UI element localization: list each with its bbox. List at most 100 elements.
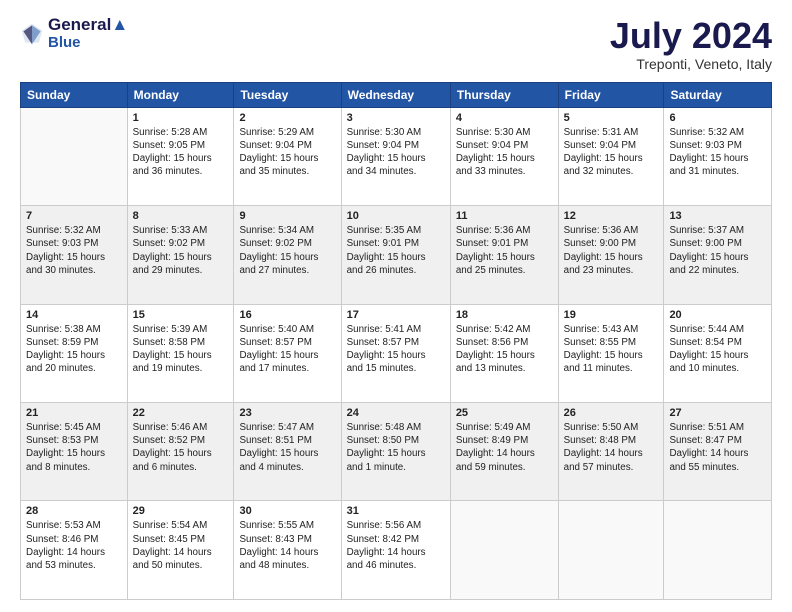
day-number: 7 (26, 210, 122, 222)
day-number: 4 (456, 112, 553, 124)
day-info: Sunrise: 5:36 AM Sunset: 9:01 PM Dayligh… (456, 224, 553, 277)
day-info: Sunrise: 5:28 AM Sunset: 9:05 PM Dayligh… (133, 126, 229, 179)
day-info: Sunrise: 5:51 AM Sunset: 8:47 PM Dayligh… (669, 421, 766, 474)
day-info: Sunrise: 5:50 AM Sunset: 8:48 PM Dayligh… (564, 421, 659, 474)
day-number: 13 (669, 210, 766, 222)
day-info: Sunrise: 5:29 AM Sunset: 9:04 PM Dayligh… (239, 126, 335, 179)
calendar-cell: 9 Sunrise: 5:34 AM Sunset: 9:02 PM Daylig… (234, 206, 341, 304)
logo-text: General▲ Blue (48, 16, 128, 51)
calendar-cell: 21 Sunrise: 5:45 AM Sunset: 8:53 PM Dayli… (21, 403, 128, 501)
calendar-cell: 1 Sunrise: 5:28 AM Sunset: 9:05 PM Daylig… (127, 107, 234, 205)
day-number: 21 (26, 407, 122, 419)
day-number: 15 (133, 309, 229, 321)
weekday-header-saturday: Saturday (664, 82, 772, 107)
calendar-cell (21, 107, 128, 205)
calendar-cell: 18Sunrise: 5:42 AM Sunset: 8:56 PM Dayli… (450, 304, 558, 402)
day-number: 16 (239, 309, 335, 321)
calendar-cell: 28Sunrise: 5:53 AM Sunset: 8:46 PM Dayli… (21, 501, 128, 600)
day-number: 17 (347, 309, 445, 321)
calendar-cell: 13 Sunrise: 5:37 AM Sunset: 9:00 PM Dayli… (664, 206, 772, 304)
day-number: 27 (669, 407, 766, 419)
day-number: 14 (26, 309, 122, 321)
calendar-cell: 19 Sunrise: 5:43 AM Sunset: 8:55 PM Dayli… (558, 304, 664, 402)
day-number: 8 (133, 210, 229, 222)
day-info: Sunrise: 5:30 AM Sunset: 9:04 PM Dayligh… (347, 126, 445, 179)
title-block: July 2024 Treponti, Veneto, Italy (610, 16, 772, 72)
calendar-cell: 3 Sunrise: 5:30 AM Sunset: 9:04 PM Daylig… (341, 107, 450, 205)
calendar-cell: 30Sunrise: 5:55 AM Sunset: 8:43 PM Dayli… (234, 501, 341, 600)
day-info: Sunrise: 5:49 AM Sunset: 8:49 PM Dayligh… (456, 421, 553, 474)
day-info: Sunrise: 5:32 AM Sunset: 9:03 PM Dayligh… (669, 126, 766, 179)
location: Treponti, Veneto, Italy (610, 56, 772, 72)
calendar-cell: 12Sunrise: 5:36 AM Sunset: 9:00 PM Dayli… (558, 206, 664, 304)
day-info: Sunrise: 5:35 AM Sunset: 9:01 PM Dayligh… (347, 224, 445, 277)
calendar-cell: 24 Sunrise: 5:48 AM Sunset: 8:50 PM Dayli… (341, 403, 450, 501)
weekday-header-row: SundayMondayTuesdayWednesdayThursdayFrid… (21, 82, 772, 107)
day-number: 30 (239, 505, 335, 517)
calendar-cell: 27 Sunrise: 5:51 AM Sunset: 8:47 PM Dayli… (664, 403, 772, 501)
calendar-cell: 14 Sunrise: 5:38 AM Sunset: 8:59 PM Dayli… (21, 304, 128, 402)
day-info: Sunrise: 5:46 AM Sunset: 8:52 PM Dayligh… (133, 421, 229, 474)
day-number: 3 (347, 112, 445, 124)
weekday-header-sunday: Sunday (21, 82, 128, 107)
weekday-header-tuesday: Tuesday (234, 82, 341, 107)
calendar-cell: 31 Sunrise: 5:56 AM Sunset: 8:42 PM Dayli… (341, 501, 450, 600)
day-number: 10 (347, 210, 445, 222)
calendar-cell: 22Sunrise: 5:46 AM Sunset: 8:52 PM Dayli… (127, 403, 234, 501)
calendar-cell: 23 Sunrise: 5:47 AM Sunset: 8:51 PM Dayli… (234, 403, 341, 501)
day-number: 28 (26, 505, 122, 517)
day-info: Sunrise: 5:32 AM Sunset: 9:03 PM Dayligh… (26, 224, 122, 277)
calendar-cell: 8 Sunrise: 5:33 AM Sunset: 9:02 PM Daylig… (127, 206, 234, 304)
day-number: 19 (564, 309, 659, 321)
day-number: 23 (239, 407, 335, 419)
day-number: 26 (564, 407, 659, 419)
calendar-cell: 4Sunrise: 5:30 AM Sunset: 9:04 PM Daylig… (450, 107, 558, 205)
logo-icon (20, 22, 44, 46)
weekday-header-monday: Monday (127, 82, 234, 107)
day-info: Sunrise: 5:38 AM Sunset: 8:59 PM Dayligh… (26, 323, 122, 376)
day-number: 24 (347, 407, 445, 419)
day-info: Sunrise: 5:37 AM Sunset: 9:00 PM Dayligh… (669, 224, 766, 277)
day-info: Sunrise: 5:43 AM Sunset: 8:55 PM Dayligh… (564, 323, 659, 376)
day-number: 5 (564, 112, 659, 124)
day-number: 25 (456, 407, 553, 419)
calendar-cell: 29Sunrise: 5:54 AM Sunset: 8:45 PM Dayli… (127, 501, 234, 600)
day-info: Sunrise: 5:56 AM Sunset: 8:42 PM Dayligh… (347, 519, 445, 572)
calendar-cell: 20 Sunrise: 5:44 AM Sunset: 8:54 PM Dayli… (664, 304, 772, 402)
calendar-week-row: 14 Sunrise: 5:38 AM Sunset: 8:59 PM Dayli… (21, 304, 772, 402)
day-number: 31 (347, 505, 445, 517)
calendar-cell (450, 501, 558, 600)
day-number: 2 (239, 112, 335, 124)
calendar-cell: 5Sunrise: 5:31 AM Sunset: 9:04 PM Daylig… (558, 107, 664, 205)
day-info: Sunrise: 5:40 AM Sunset: 8:57 PM Dayligh… (239, 323, 335, 376)
calendar-cell (664, 501, 772, 600)
day-info: Sunrise: 5:44 AM Sunset: 8:54 PM Dayligh… (669, 323, 766, 376)
day-number: 11 (456, 210, 553, 222)
calendar-cell (558, 501, 664, 600)
day-info: Sunrise: 5:33 AM Sunset: 9:02 PM Dayligh… (133, 224, 229, 277)
day-info: Sunrise: 5:39 AM Sunset: 8:58 PM Dayligh… (133, 323, 229, 376)
logo: General▲ Blue (20, 16, 128, 51)
day-number: 9 (239, 210, 335, 222)
calendar-cell: 2 Sunrise: 5:29 AM Sunset: 9:04 PM Daylig… (234, 107, 341, 205)
day-number: 12 (564, 210, 659, 222)
day-info: Sunrise: 5:34 AM Sunset: 9:02 PM Dayligh… (239, 224, 335, 277)
weekday-header-friday: Friday (558, 82, 664, 107)
day-info: Sunrise: 5:48 AM Sunset: 8:50 PM Dayligh… (347, 421, 445, 474)
weekday-header-wednesday: Wednesday (341, 82, 450, 107)
calendar-week-row: 7 Sunrise: 5:32 AM Sunset: 9:03 PM Daylig… (21, 206, 772, 304)
day-number: 1 (133, 112, 229, 124)
day-info: Sunrise: 5:47 AM Sunset: 8:51 PM Dayligh… (239, 421, 335, 474)
day-number: 20 (669, 309, 766, 321)
calendar-week-row: 21 Sunrise: 5:45 AM Sunset: 8:53 PM Dayli… (21, 403, 772, 501)
calendar-cell: 15 Sunrise: 5:39 AM Sunset: 8:58 PM Dayli… (127, 304, 234, 402)
day-info: Sunrise: 5:54 AM Sunset: 8:45 PM Dayligh… (133, 519, 229, 572)
day-info: Sunrise: 5:42 AM Sunset: 8:56 PM Dayligh… (456, 323, 553, 376)
day-info: Sunrise: 5:41 AM Sunset: 8:57 PM Dayligh… (347, 323, 445, 376)
calendar-cell: 10 Sunrise: 5:35 AM Sunset: 9:01 PM Dayli… (341, 206, 450, 304)
day-info: Sunrise: 5:45 AM Sunset: 8:53 PM Dayligh… (26, 421, 122, 474)
calendar-cell: 25 Sunrise: 5:49 AM Sunset: 8:49 PM Dayli… (450, 403, 558, 501)
month-title: July 2024 (610, 16, 772, 56)
calendar-cell: 6Sunrise: 5:32 AM Sunset: 9:03 PM Daylig… (664, 107, 772, 205)
calendar-cell: 7 Sunrise: 5:32 AM Sunset: 9:03 PM Daylig… (21, 206, 128, 304)
